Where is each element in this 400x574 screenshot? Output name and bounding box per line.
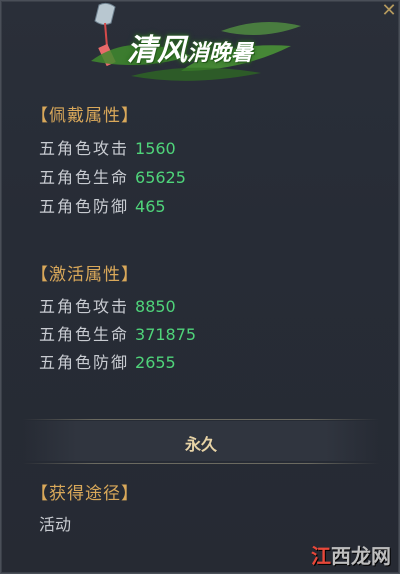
active-attr-row: 五角色攻击 8850 (39, 293, 176, 317)
attr-value: 465 (135, 197, 166, 216)
source-title: 【获得途径】 (31, 484, 139, 504)
watermark-logo: 江西龙网 (311, 540, 391, 569)
item-tooltip-panel: 清风消晚暑 ✕ 【佩戴属性】 五角色攻击 1560 五角色生命 65625 五角色防… (0, 0, 400, 574)
active-attributes-title: 【激活属性】 (31, 265, 139, 285)
attr-value: 2655 (135, 353, 176, 372)
source-value: 活动 (39, 515, 72, 534)
divider-bottom (23, 463, 379, 464)
attr-name: 五角色防御 (39, 197, 130, 216)
attr-name: 五角色攻击 (39, 297, 130, 316)
watermark-prefix: 江 (311, 544, 331, 568)
attr-value: 1560 (135, 139, 176, 158)
active-attr-row: 五角色生命 371875 (39, 321, 196, 345)
attr-name: 五角色生命 (39, 325, 130, 344)
attr-name: 五角色攻击 (39, 139, 130, 158)
worn-attr-row: 五角色生命 65625 (39, 164, 186, 188)
worn-attr-row: 五角色攻击 1560 (39, 135, 176, 159)
duration-label: 永久 (184, 435, 217, 454)
attr-name: 五角色防御 (39, 353, 130, 372)
worn-attr-row: 五角色防御 465 (39, 193, 166, 217)
worn-attributes-title: 【佩戴属性】 (31, 106, 139, 126)
watermark-rest: 西龙网 (331, 544, 391, 568)
item-title-sub: 消晚暑 (187, 40, 254, 66)
item-title-main: 清风 (127, 33, 187, 68)
attr-value: 8850 (135, 297, 176, 316)
attr-name: 五角色生命 (39, 168, 130, 187)
item-title: 清风消晚暑 (127, 25, 253, 69)
active-attr-row: 五角色防御 2655 (39, 349, 176, 373)
close-icon[interactable]: ✕ (381, 2, 397, 20)
header-banner: 清风消晚暑 ✕ (1, 1, 399, 91)
divider-top (23, 419, 379, 420)
attr-value: 371875 (135, 325, 197, 344)
attr-value: 65625 (135, 168, 186, 187)
